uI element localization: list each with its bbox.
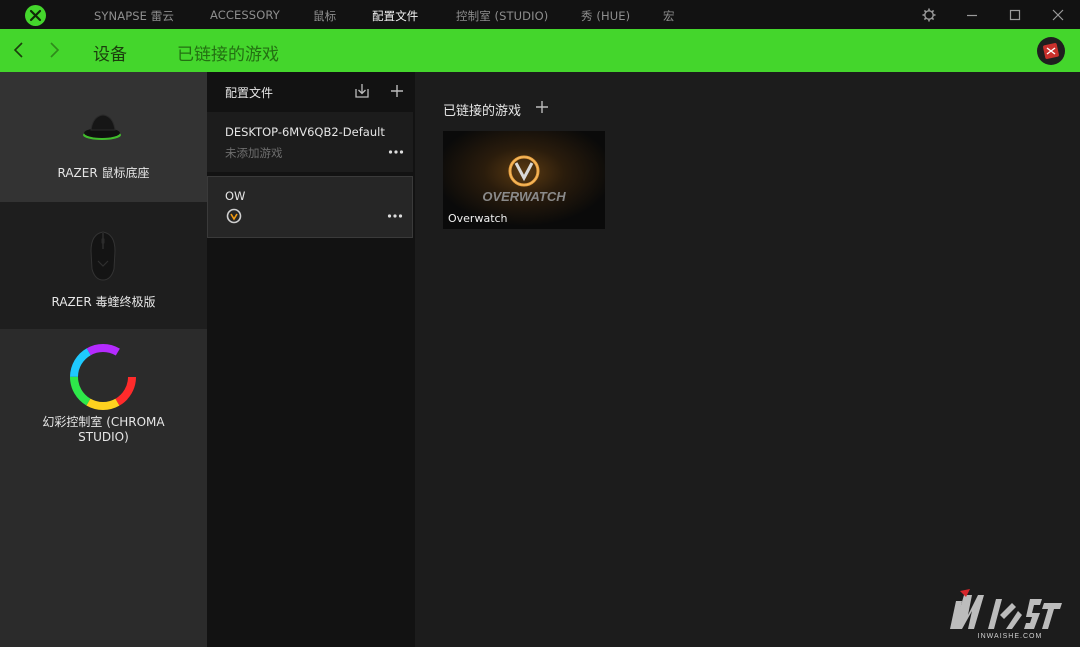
profile-name: DESKTOP-6MV6QB2-Default	[225, 125, 385, 139]
close-icon[interactable]	[1048, 5, 1068, 25]
tab-hue[interactable]: 秀 (HUE)	[581, 8, 630, 24]
profile-item[interactable]: DESKTOP-6MV6QB2-Default 未添加游戏	[207, 112, 413, 172]
watermark-logo: INWAISHE.COM	[944, 585, 1072, 641]
subnav-tab-devices[interactable]: 设备	[93, 40, 127, 65]
device-label: RAZER 毒蝰终极版	[51, 295, 156, 309]
linked-games-title: 已链接的游戏	[443, 104, 522, 119]
more-options-icon[interactable]	[388, 140, 404, 154]
tab-studio[interactable]: 控制室 (STUDIO)	[456, 8, 548, 24]
device-label: 幻彩控制室 (CHROMA STUDIO)	[42, 415, 165, 444]
profile-name: OW	[225, 189, 246, 203]
tab-mouse[interactable]: 鼠标	[313, 8, 336, 24]
minimize-icon[interactable]	[962, 5, 982, 25]
profiles-panel: 配置文件 DESKTOP-6MV6QB2-Default 未添加游戏 OW	[207, 72, 415, 647]
tab-synapse[interactable]: SYNAPSE 雷云	[94, 8, 174, 24]
import-icon[interactable]	[352, 81, 372, 101]
overwatch-game-icon	[226, 208, 242, 224]
device-label: RAZER 鼠标底座	[57, 166, 150, 180]
device-item-chroma-studio[interactable]: 幻彩控制室 (CHROMA STUDIO)	[0, 329, 207, 647]
device-item-dock[interactable]: RAZER 鼠标底座	[0, 72, 207, 202]
more-options-icon[interactable]	[387, 204, 403, 218]
game-title: Overwatch	[448, 212, 508, 225]
game-tile-overwatch[interactable]: OVERWATCH Overwatch	[443, 131, 605, 229]
tab-profiles[interactable]: 配置文件	[372, 8, 418, 24]
mouse-image	[89, 231, 117, 281]
user-avatar[interactable]	[1037, 37, 1065, 65]
title-bar: SYNAPSE 雷云 ACCESSORY 鼠标 配置文件 控制室 (STUDIO…	[0, 0, 1080, 29]
gear-icon[interactable]	[919, 5, 939, 25]
forward-arrow-icon[interactable]	[44, 40, 64, 60]
svg-text:OVERWATCH: OVERWATCH	[482, 189, 566, 204]
device-item-mouse[interactable]: RAZER 毒蝰终极版	[0, 202, 207, 329]
razer-logo-icon[interactable]	[25, 5, 46, 26]
maximize-icon[interactable]	[1005, 5, 1025, 25]
subnav-bar: 设备 已链接的游戏	[0, 29, 1080, 72]
tab-accessory[interactable]: ACCESSORY	[210, 8, 280, 22]
add-game-icon[interactable]	[533, 98, 551, 116]
back-arrow-icon[interactable]	[9, 40, 29, 60]
profile-subtitle: 未添加游戏	[225, 146, 283, 160]
profiles-header: 配置文件	[225, 86, 274, 100]
chroma-ring-icon	[69, 343, 137, 411]
device-list: RAZER 鼠标底座 RAZER 毒蝰终极版 幻彩控制室 (CHROMA STU…	[0, 72, 207, 647]
linked-games-panel: 已链接的游戏 OVERWATCH Overwatch	[415, 72, 1080, 647]
subnav-tab-linked-games[interactable]: 已链接的游戏	[177, 40, 279, 65]
profile-item-selected[interactable]: OW	[207, 176, 413, 238]
add-profile-icon[interactable]	[387, 81, 407, 101]
tab-macro[interactable]: 宏	[663, 8, 675, 24]
mouse-dock-image	[79, 110, 125, 142]
svg-text:INWAISHE.COM: INWAISHE.COM	[978, 633, 1043, 640]
